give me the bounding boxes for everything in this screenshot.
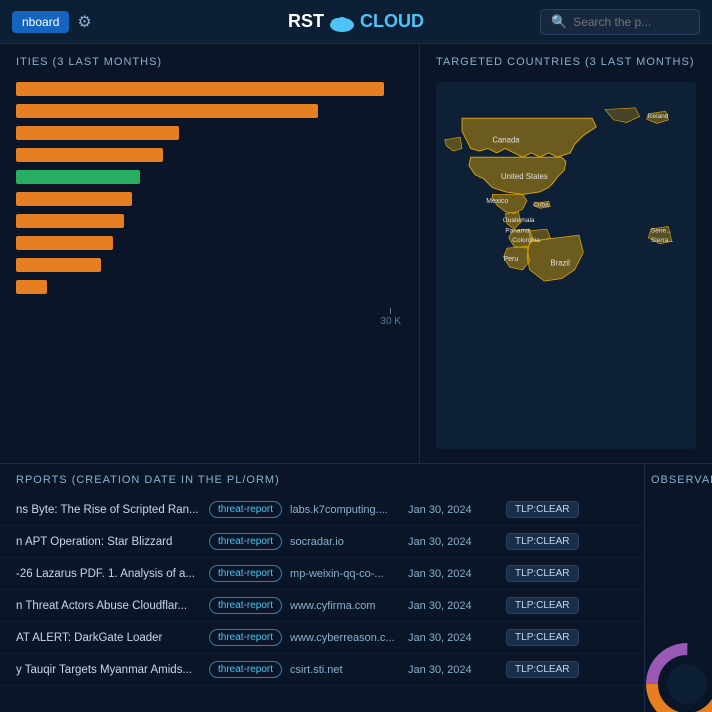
observables-title: OBSERVABLES xyxy=(651,474,706,486)
svg-text:Sierra...: Sierra... xyxy=(651,237,674,244)
search-icon: 🔍 xyxy=(551,14,567,30)
header-left: nboard ⚙ xyxy=(12,11,92,33)
tlp-badge: TLP:CLEAR xyxy=(506,661,578,678)
tlp-badge: TLP:CLEAR xyxy=(506,533,578,550)
report-title: n Threat Actors Abuse Cloudflar... xyxy=(16,600,201,612)
bar-row xyxy=(16,148,403,162)
report-tag: threat-report xyxy=(209,501,282,518)
bar-row xyxy=(16,170,403,184)
report-source: csirt.sti.net xyxy=(290,664,400,676)
report-date: Jan 30, 2024 xyxy=(408,504,498,516)
table-row[interactable]: y Tauqir Targets Myanmar Amids... threat-… xyxy=(0,654,644,686)
tlp-badge: TLP:CLEAR xyxy=(506,629,578,646)
report-date: Jan 30, 2024 xyxy=(408,568,498,580)
report-date: Jan 30, 2024 xyxy=(408,536,498,548)
bar-chart xyxy=(16,82,403,302)
report-title: y Tauqir Targets Myanmar Amids... xyxy=(16,664,201,676)
activities-panel: ITIES (3 LAST MONTHS) 30 K xyxy=(0,44,420,463)
report-tag: threat-report xyxy=(209,661,282,678)
observables-panel: OBSERVABLES xyxy=(644,464,712,712)
bar-row xyxy=(16,214,403,228)
charts-row: ITIES (3 LAST MONTHS) 30 K TARGETED COUN… xyxy=(0,44,712,464)
svg-text:Cuba: Cuba xyxy=(533,202,549,209)
report-source: mp-weixin-qq-co-... xyxy=(290,568,400,580)
gear-icon[interactable]: ⚙ xyxy=(77,12,91,32)
map-panel: TARGETED COUNTRIES (3 LAST MONTHS) xyxy=(420,44,712,463)
report-source: www.cyfirma.com xyxy=(290,600,400,612)
report-title: -26 Lazarus PDF. 1. Analysis of a... xyxy=(16,568,201,580)
dashboard-button[interactable]: nboard xyxy=(12,11,69,33)
svg-text:Colombia: Colombia xyxy=(512,237,540,244)
tlp-badge: TLP:CLEAR xyxy=(506,565,578,582)
report-source: www.cyberreason.c... xyxy=(290,632,400,644)
bar-row xyxy=(16,82,403,96)
report-tag: threat-report xyxy=(209,565,282,582)
svg-text:United States: United States xyxy=(501,172,548,181)
header: nboard ⚙ RST CLOUD 🔍 xyxy=(0,0,712,44)
svg-text:Peru: Peru xyxy=(504,256,519,263)
x-axis: 30 K xyxy=(16,302,403,327)
svg-text:Panama: Panama xyxy=(505,228,530,235)
map-container: Canada United States Mexico Cuba Guatema… xyxy=(436,82,696,449)
bottom-row: RPORTS (CREATION DATE IN THE PL/ORM) ns … xyxy=(0,464,712,712)
svg-text:Iceland: Iceland xyxy=(647,113,668,120)
map-title: TARGETED COUNTRIES (3 LAST MONTHS) xyxy=(436,56,696,68)
logo: RST CLOUD xyxy=(288,11,424,32)
report-tag: threat-report xyxy=(209,629,282,646)
report-date: Jan 30, 2024 xyxy=(408,664,498,676)
table-row[interactable]: AT ALERT: DarkGate Loader threat-report ww… xyxy=(0,622,644,654)
tlp-badge: TLP:CLEAR xyxy=(506,501,578,518)
search-input[interactable] xyxy=(573,15,693,29)
table-row[interactable]: ns Byte: The Rise of Scripted Ran... thre… xyxy=(0,494,644,526)
reports-panel: RPORTS (CREATION DATE IN THE PL/ORM) ns … xyxy=(0,464,644,712)
bar-row xyxy=(16,236,403,250)
bar-row xyxy=(16,192,403,206)
x-axis-label: 30 K xyxy=(380,316,401,327)
table-row[interactable]: -26 Lazarus PDF. 1. Analysis of a... thre… xyxy=(0,558,644,590)
bar-row xyxy=(16,104,403,118)
svg-text:Brazil: Brazil xyxy=(550,259,570,268)
obs-donut xyxy=(644,639,712,712)
logo-cloud: CLOUD xyxy=(360,11,424,32)
bar-row xyxy=(16,126,403,140)
table-row[interactable]: n Threat Actors Abuse Cloudflar... threat… xyxy=(0,590,644,622)
reports-title: RPORTS (CREATION DATE IN THE PL/ORM) xyxy=(0,474,644,486)
report-tag: threat-report xyxy=(209,533,282,550)
logo-rst: RST xyxy=(288,11,324,32)
donut-svg xyxy=(644,639,712,712)
report-title: ns Byte: The Rise of Scripted Ran... xyxy=(16,504,201,516)
report-source: labs.k7computing.... xyxy=(290,504,400,516)
svg-text:Canada: Canada xyxy=(492,135,520,144)
svg-text:Mexico: Mexico xyxy=(486,198,508,205)
world-map-svg: Canada United States Mexico Cuba Guatema… xyxy=(436,82,696,449)
report-tag: threat-report xyxy=(209,597,282,614)
svg-text:Guatemala: Guatemala xyxy=(503,217,535,224)
report-date: Jan 30, 2024 xyxy=(408,632,498,644)
tlp-badge: TLP:CLEAR xyxy=(506,597,578,614)
reports-list: ns Byte: The Rise of Scripted Ran... thre… xyxy=(0,494,644,686)
svg-text:Sene...: Sene... xyxy=(651,228,672,235)
cloud-icon xyxy=(328,12,356,32)
table-row[interactable]: n APT Operation: Star Blizzard threat-rep… xyxy=(0,526,644,558)
main-content: ITIES (3 LAST MONTHS) 30 K TARGETED COUN… xyxy=(0,44,712,712)
report-date: Jan 30, 2024 xyxy=(408,600,498,612)
report-title: n APT Operation: Star Blizzard xyxy=(16,536,201,548)
report-title: AT ALERT: DarkGate Loader xyxy=(16,632,201,644)
report-source: socradar.io xyxy=(290,536,400,548)
activities-title: ITIES (3 LAST MONTHS) xyxy=(16,56,403,68)
bar-row xyxy=(16,280,403,294)
bar-row xyxy=(16,258,403,272)
search-box[interactable]: 🔍 xyxy=(540,9,700,35)
